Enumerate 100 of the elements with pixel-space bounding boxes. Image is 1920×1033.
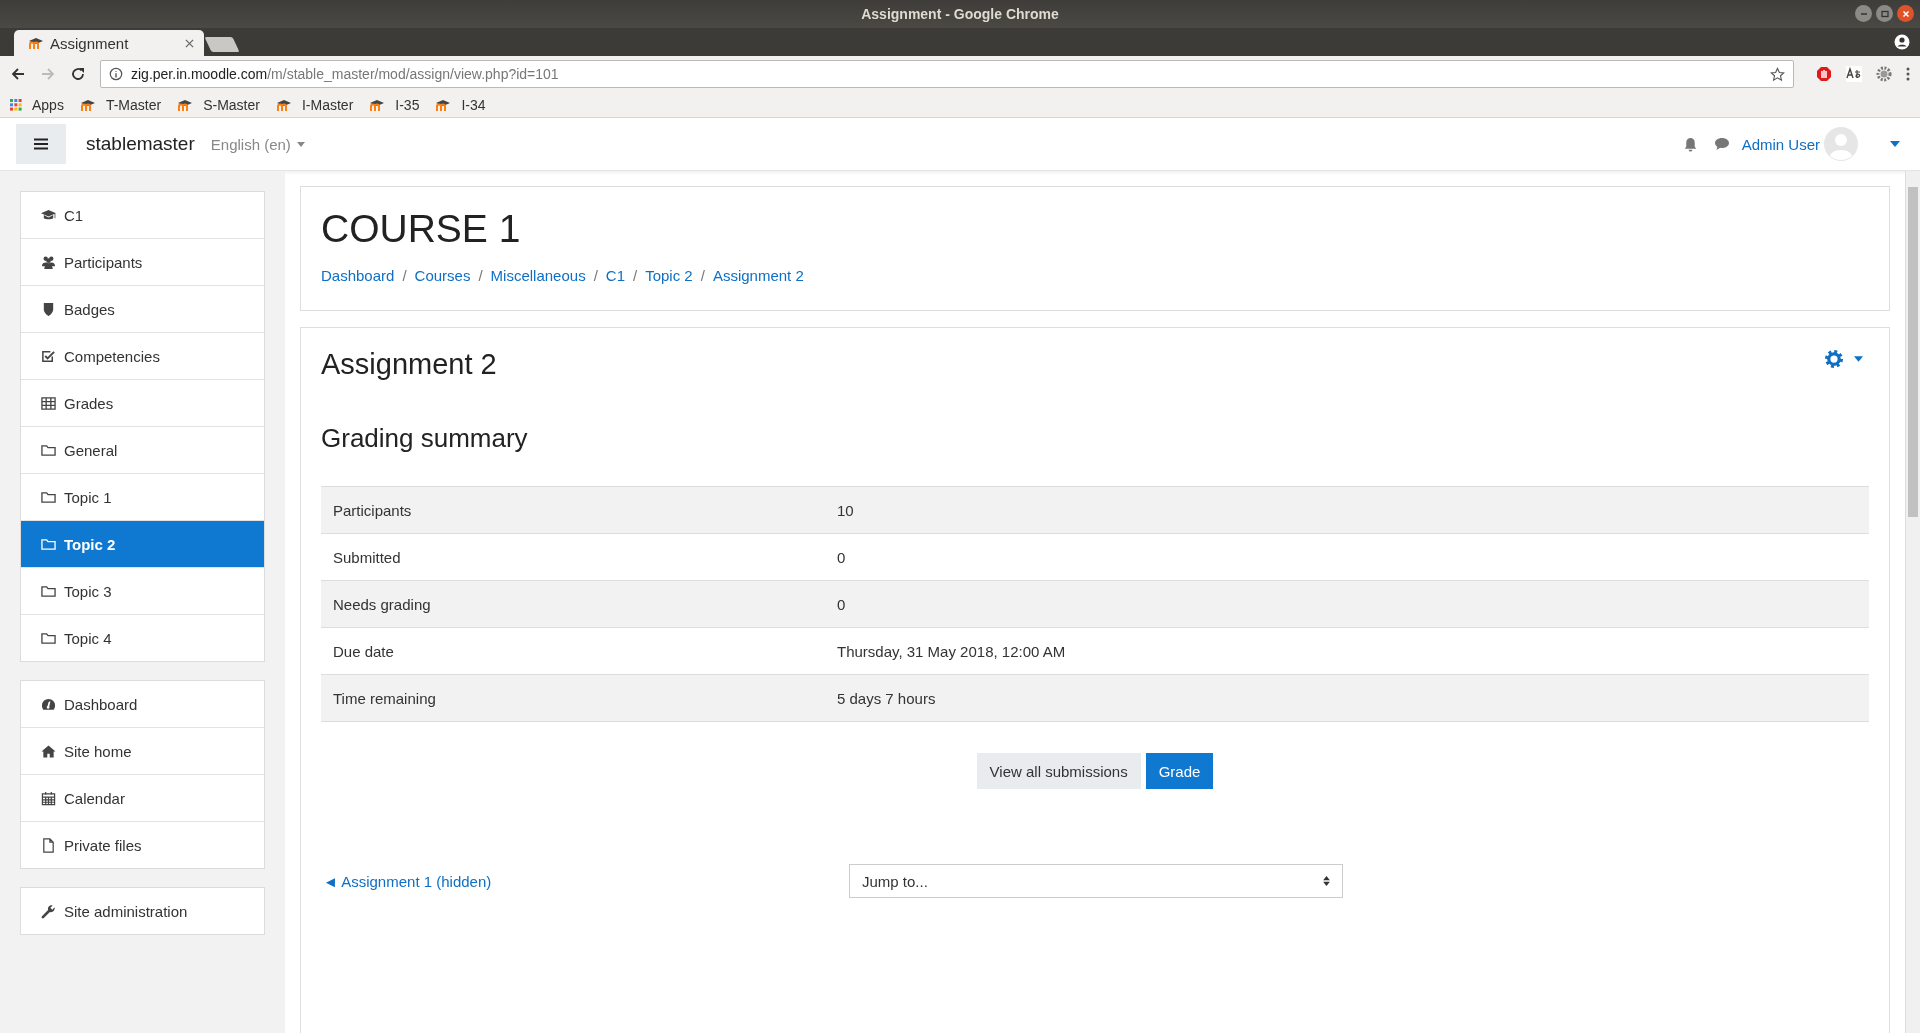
checkbox-icon [41, 348, 56, 364]
table-cell-text: Due date [332, 642, 395, 660]
previous-activity-link[interactable]: ◄ Assignment 1 (hidden) [321, 873, 849, 890]
bookmark-star-icon[interactable] [1770, 66, 1785, 82]
shield-icon [41, 301, 56, 317]
folder-icon [41, 536, 56, 552]
caret-icon[interactable] [1890, 141, 1900, 147]
scrollbar[interactable] [1905, 171, 1920, 1033]
browser-tab[interactable]: Assignment [14, 30, 204, 56]
course-title: COURSE 1 [321, 207, 522, 251]
submissions-button[interactable]: View all submissions [976, 753, 1141, 789]
grade-button[interactable]: Grade [1145, 753, 1214, 789]
table-icon [41, 395, 56, 411]
file-icon [41, 837, 56, 853]
breadcrumb-link[interactable]: Courses [414, 267, 471, 284]
new-tab-button[interactable] [204, 37, 240, 52]
assignment-title: Assignment 2 [321, 348, 497, 381]
reload-icon[interactable] [70, 66, 86, 82]
gauge-icon [41, 696, 56, 712]
bookmark-link[interactable]: S-Master [177, 96, 260, 113]
bookmark-link[interactable]: I-34 [435, 96, 486, 113]
maximize-button[interactable] [1876, 5, 1893, 22]
sidebar-item[interactable]: Site administration [21, 888, 264, 934]
breadcrumb-link[interactable]: Topic 2 [645, 267, 693, 284]
breadcrumb-separator: / [700, 267, 705, 284]
address-bar[interactable]: zig.per.in.moodle.com/m/stable_master/mod/assign/view.php?id=101 [100, 60, 1794, 88]
bookmark-link[interactable]: Apps [10, 96, 64, 113]
moodle-logo-icon [369, 98, 386, 111]
table-cell-text: Participants [332, 501, 413, 519]
settings-menu[interactable] [1824, 348, 1863, 369]
sidebar-item[interactable]: Private files [21, 821, 264, 868]
folder-icon [41, 583, 56, 599]
breadcrumb-separator: / [478, 267, 483, 284]
bookmark-link[interactable]: T-Master [79, 96, 162, 113]
sidebar-item[interactable]: Badges [21, 285, 264, 332]
translate-icon[interactable] [1846, 66, 1862, 82]
table-cell: 10 [837, 501, 854, 519]
table-cell: 0 [837, 548, 846, 566]
user-menu[interactable]: Admin User [1741, 135, 1820, 153]
bookmark-link[interactable]: I-35 [369, 96, 420, 113]
sidebar-item[interactable]: Dashboard [21, 681, 264, 727]
table-cell-text: Needs grading [332, 595, 432, 613]
house-icon [41, 743, 56, 759]
table-cell: 5 days 7 hours [837, 689, 936, 707]
breadcrumb-separator: / [593, 267, 598, 284]
menu-icon [34, 138, 48, 150]
moodle-logo-icon [177, 98, 194, 111]
calendar-icon [41, 790, 56, 806]
chat-bubble-icon[interactable] [1713, 137, 1730, 151]
settings-icon [1824, 348, 1844, 369]
moodle-logo-icon [435, 98, 452, 111]
jump-to-select[interactable]: Jump to... [849, 864, 1343, 898]
sidebar-item[interactable]: Participants [21, 238, 264, 285]
breadcrumb-separator: / [633, 267, 638, 284]
folder-icon [41, 630, 56, 646]
breadcrumb-link[interactable]: Assignment 2 [712, 267, 804, 284]
users-icon [41, 254, 56, 270]
language-menu[interactable]: English (en) [210, 135, 305, 153]
sidebar-item[interactable]: General [21, 426, 264, 473]
sort-arrows-icon [1323, 876, 1330, 886]
table-cell: Thursday, 31 May 2018, 12:00 AM [837, 642, 1066, 660]
breadcrumb-link[interactable]: Miscellaneous [490, 267, 586, 284]
table-cell-text: Time remaining [332, 689, 437, 707]
info-icon [109, 67, 123, 81]
moodle-logo-icon [79, 98, 96, 111]
breadcrumb-link[interactable]: Dashboard [321, 267, 395, 284]
bookmark-link[interactable]: I-Master [275, 96, 354, 113]
table-cell: 0 [837, 595, 846, 613]
sidebar-item[interactable]: Topic 2 [21, 520, 264, 567]
sidebar-item[interactable]: Competencies [21, 332, 264, 379]
minimize-button[interactable] [1855, 5, 1872, 22]
bell-icon[interactable] [1682, 136, 1698, 152]
wrench-icon [41, 903, 56, 919]
folder-icon [41, 489, 56, 505]
caret-icon [1854, 355, 1863, 362]
sidebar-item[interactable]: Topic 4 [21, 614, 264, 661]
site-name[interactable]: stablemaster [86, 133, 195, 155]
sidebar-item[interactable]: Site home [21, 727, 264, 774]
square-icon [1879, 8, 1890, 19]
section-title: Grading summary [321, 423, 529, 454]
sidebar-item[interactable]: C1 [21, 192, 264, 238]
gear-icon[interactable] [1876, 66, 1892, 82]
menu-button[interactable] [16, 124, 66, 164]
folder-icon [41, 442, 56, 458]
moodle-logo-icon [28, 37, 44, 49]
close-tab-icon[interactable] [185, 38, 194, 48]
sidebar-item[interactable]: Calendar [21, 774, 264, 821]
caret-icon [296, 141, 305, 147]
menu-icon[interactable] [1906, 66, 1910, 82]
window-title: Assignment - Google Chrome [861, 6, 1059, 22]
sidebar-item[interactable]: Grades [21, 379, 264, 426]
breadcrumb-link[interactable]: C1 [605, 267, 625, 284]
sidebar-item[interactable]: Topic 3 [21, 567, 264, 614]
close-button[interactable] [1897, 5, 1914, 22]
stop-hand-icon[interactable] [1816, 66, 1832, 82]
profile-icon[interactable] [1894, 34, 1910, 50]
breadcrumb-separator: / [402, 267, 407, 284]
moodle-logo-icon [275, 98, 292, 111]
apps-grid-icon [10, 98, 22, 111]
back-icon[interactable] [10, 66, 26, 82]
